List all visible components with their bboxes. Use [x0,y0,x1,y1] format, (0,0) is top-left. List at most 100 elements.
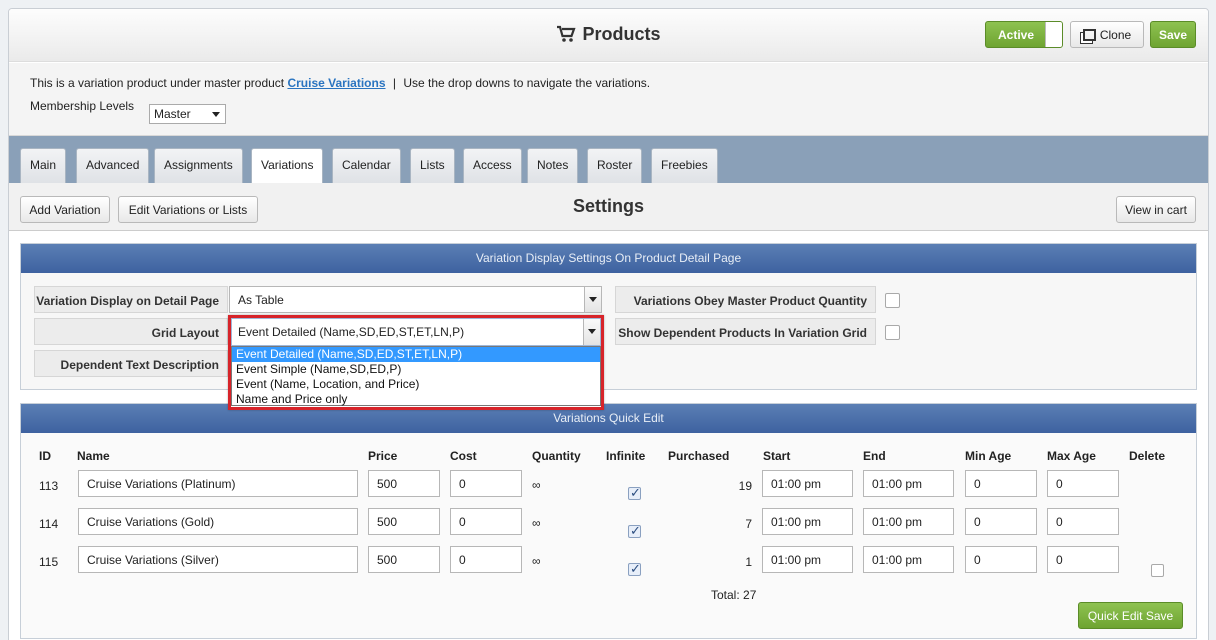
chevron-down-icon [584,287,601,312]
clone-button[interactable]: Clone [1070,21,1144,48]
active-toggle-label: Active [997,28,1035,42]
tab-freebies[interactable]: Freebies [651,148,718,183]
column-header-end: End [863,449,886,463]
tab-calendar[interactable]: Calendar [332,148,401,183]
dependent-text-label: Dependent Text Description [34,350,228,377]
obey-master-quantity-label: Variations Obey Master Product Quantity [615,286,876,313]
end-time-input[interactable]: 01:00 pm [863,546,954,573]
column-header-min-age: Min Age [965,449,1012,463]
start-time-input[interactable]: 01:00 pm [762,546,853,573]
grid-option-name-price[interactable]: Name and Price only [232,392,600,407]
max-age-input[interactable]: 0 [1047,508,1119,535]
column-header-name: Name [77,449,110,463]
tab-assignments[interactable]: Assignments [154,148,243,183]
end-time-input[interactable]: 01:00 pm [863,508,954,535]
membership-row: Membership Levels [30,99,134,113]
chevron-down-icon [583,319,600,345]
tab-main[interactable]: Main [20,148,67,183]
price-input[interactable]: 500 [368,470,440,497]
column-header-start: Start [763,449,791,463]
column-header-id: ID [39,449,51,463]
quick-edit-panel: Variations Quick Edit ID Name Price Cost… [20,403,1197,639]
variation-display-select[interactable]: As Table [229,286,602,313]
view-in-cart-button[interactable]: View in cart [1116,196,1196,223]
min-age-input[interactable]: 0 [965,508,1037,535]
name-input[interactable]: Cruise Variations (Silver) [78,546,358,573]
clone-icon [1082,29,1096,41]
start-time-input[interactable]: 01:00 pm [762,508,853,535]
purchased-value: 7 [745,517,752,531]
quantity-value: ∞ [532,478,541,492]
cost-input[interactable]: 0 [450,508,522,535]
column-header-purchased: Purchased [668,449,730,463]
variation-display-label: Variation Display on Detail Page [34,286,228,313]
price-input[interactable]: 500 [368,508,440,535]
price-input[interactable]: 500 [368,546,440,573]
toggle-knob [1045,22,1062,47]
column-header-delete: Delete [1129,449,1166,463]
tab-roster[interactable]: Roster [587,148,643,183]
purchased-value: 19 [738,479,752,493]
row-id: 115 [39,555,59,569]
grid-layout-options: Event Detailed (Name,SD,ED,ST,ET,LN,P) E… [231,346,601,406]
notice-suffix: Use the drop downs to navigate the varia… [403,76,651,90]
column-header-cost: Cost [450,449,477,463]
membership-value: Master [154,107,191,121]
cost-input[interactable]: 0 [450,546,522,573]
tab-variations[interactable]: Variations [251,148,324,184]
display-settings-panel: Variation Display Settings On Product De… [20,243,1197,390]
column-header-max-age: Max Age [1047,449,1096,463]
delete-checkbox[interactable] [1151,564,1164,577]
shopping-cart-icon [557,25,577,42]
membership-select[interactable]: Master [149,104,226,124]
infinite-checkbox[interactable] [628,561,641,577]
notice-separator: | [392,76,396,90]
tab-notes[interactable]: Notes [527,148,579,183]
column-header-quantity: Quantity [532,449,581,463]
chevron-down-icon [212,112,220,117]
quick-edit-save-button[interactable]: Quick Edit Save [1078,602,1183,629]
active-toggle[interactable]: Active [985,21,1063,48]
tab-advanced[interactable]: Advanced [76,148,150,183]
save-button[interactable]: Save [1150,21,1196,48]
variation-notice: This is a variation product under master… [30,76,650,90]
purchased-total: Total: 27 [711,588,757,602]
column-header-price: Price [368,449,398,463]
row-id: 113 [39,479,59,493]
settings-toolbar: Add Variation Edit Variations or Lists S… [9,183,1208,231]
cost-input[interactable]: 0 [450,470,522,497]
grid-layout-dropdown: Event Detailed (Name,SD,ED,ST,ET,LN,P) E… [228,315,604,410]
name-input[interactable]: Cruise Variations (Gold) [78,508,358,535]
row-id: 114 [39,517,59,531]
show-dependent-checkbox[interactable] [885,325,900,340]
end-time-input[interactable]: 01:00 pm [863,470,954,497]
display-settings-heading: Variation Display Settings On Product De… [21,244,1196,273]
grid-option-event-location[interactable]: Event (Name, Location, and Price) [232,377,600,392]
max-age-input[interactable]: 0 [1047,470,1119,497]
max-age-input[interactable]: 0 [1047,546,1119,573]
quantity-value: ∞ [532,554,541,568]
infinite-checkbox[interactable] [628,485,641,501]
tab-access[interactable]: Access [463,148,522,183]
purchased-value: 1 [745,555,752,569]
grid-option-event-detailed[interactable]: Event Detailed (Name,SD,ED,ST,ET,LN,P) [232,347,600,362]
name-input[interactable]: Cruise Variations (Platinum) [78,470,358,497]
grid-layout-select[interactable]: Event Detailed (Name,SD,ED,ST,ET,LN,P) [231,318,601,346]
grid-layout-label: Grid Layout [34,318,228,345]
min-age-input[interactable]: 0 [965,470,1037,497]
page-title-text: Products [582,24,661,44]
infinite-checkbox[interactable] [628,523,641,539]
settings-title: Settings [572,196,644,216]
tab-bar: Main Advanced Assignments Variations Cal… [9,136,1208,184]
master-product-link[interactable]: Cruise Variations [287,76,385,90]
grid-option-event-simple[interactable]: Event Simple (Name,SD,ED,P) [232,362,600,377]
column-header-infinite: Infinite [606,449,646,463]
membership-label: Membership Levels [30,99,135,113]
min-age-input[interactable]: 0 [965,546,1037,573]
tab-lists[interactable]: Lists [410,148,455,183]
variation-info-bar: This is a variation product under master… [9,63,1208,136]
obey-master-quantity-checkbox[interactable] [885,293,900,308]
start-time-input[interactable]: 01:00 pm [762,470,853,497]
grid-layout-value: Event Detailed (Name,SD,ED,ST,ET,LN,P) [238,325,465,339]
show-dependent-label: Show Dependent Products In Variation Gri… [615,318,876,345]
